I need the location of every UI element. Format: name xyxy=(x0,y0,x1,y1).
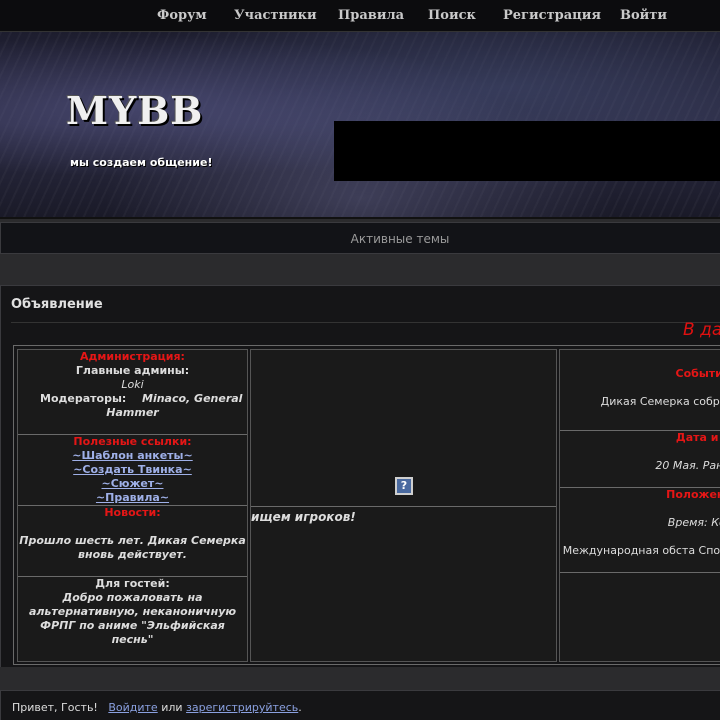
nav-rules[interactable]: Правила xyxy=(338,8,404,23)
main-admins-label: Главные админы: xyxy=(75,364,190,377)
players-wanted-text: ищем игроков! xyxy=(251,510,356,524)
active-topics-bar: Активные темы xyxy=(0,222,720,254)
top-navigation: Форум Участники Правила Поиск Регистраци… xyxy=(0,0,720,32)
guest-footer: Привет, Гость! Войдите или зарегистрируй… xyxy=(0,690,720,720)
guests-heading: Для гостей: xyxy=(95,577,170,590)
link-rules[interactable]: ~Правила~ xyxy=(96,491,169,504)
nav-forum[interactable]: Форум xyxy=(157,8,207,23)
world-situation: Международная обста Спокойная xyxy=(562,544,720,557)
events-text: Дикая Семерка собралас Марианской впади xyxy=(600,395,720,408)
link-profile-template[interactable]: ~Шаблон анкеты~ xyxy=(72,449,192,462)
broken-image-icon: ? xyxy=(395,477,413,495)
or-text: или xyxy=(161,701,183,714)
link-create-twink[interactable]: ~Создать Твинка~ xyxy=(73,463,192,476)
nav-members[interactable]: Участники xyxy=(234,8,317,23)
info-column-left: Администрация: Главные админы: Loki Моде… xyxy=(17,349,248,662)
link-plot[interactable]: ~Сюжет~ xyxy=(102,477,164,490)
announcement-title: Объявление xyxy=(11,297,103,312)
link-row: ~Правила~ xyxy=(18,491,247,505)
info-column-right: События игры: Дикая Семерка собралас Мар… xyxy=(559,349,720,662)
link-row: ~Шаблон анкеты~ xyxy=(18,449,247,463)
announcement-headline: В да xyxy=(683,320,720,340)
events-heading: События игры: xyxy=(675,367,720,380)
guest-greeting-line: Привет, Гость! Войдите или зарегистрируй… xyxy=(12,701,302,714)
nav-login[interactable]: Войти xyxy=(620,8,667,23)
active-topics-link[interactable]: Активные темы xyxy=(1,232,720,246)
date-text: 20 Мая. Раннее утро. xyxy=(655,459,720,472)
forum-logo[interactable]: MYBB xyxy=(66,92,203,130)
login-link[interactable]: Войдите xyxy=(108,701,157,714)
divider xyxy=(11,322,720,323)
period-text: . xyxy=(298,701,302,714)
world-time: Время: Конец весн xyxy=(667,516,720,529)
links-heading: Полезные ссылки: xyxy=(73,435,192,448)
link-row: ~Создать Твинка~ xyxy=(18,463,247,477)
banner-black-panel xyxy=(334,121,720,181)
world-heading: Положение в мир xyxy=(666,488,720,501)
forum-banner: MYBB мы создаем общение! xyxy=(0,32,720,219)
link-row: ~Сюжет~ xyxy=(18,477,247,491)
guests-text: Добро пожаловать на альтернативную, нека… xyxy=(28,591,237,646)
register-link[interactable]: зарегистрируйтесь xyxy=(186,701,298,714)
greeting-text: Привет, Гость! xyxy=(12,701,98,714)
divider xyxy=(251,506,556,507)
divider xyxy=(560,572,720,573)
image-column: ? ищем игроков! xyxy=(250,349,557,662)
news-text: Прошло шесть лет. Дикая Семерка вновь де… xyxy=(19,534,246,561)
date-heading: Дата и время: xyxy=(675,431,720,444)
nav-search[interactable]: Поиск xyxy=(428,8,476,23)
admin-heading: Администрация: xyxy=(80,350,185,363)
moderators-label: Модераторы: xyxy=(40,392,127,405)
forum-slogan: мы создаем общение! xyxy=(70,156,213,169)
nav-register[interactable]: Регистрация xyxy=(503,8,601,23)
main-admins-value: Loki xyxy=(121,378,144,391)
moderators-value-1: Minaco, General xyxy=(142,392,243,405)
moderators-value-2: Hammer xyxy=(106,406,159,419)
announcement-table: Администрация: Главные админы: Loki Моде… xyxy=(13,345,720,665)
announcement-panel: Объявление В да Администрация: Главные а… xyxy=(0,285,720,667)
news-heading: Новости: xyxy=(104,506,161,519)
